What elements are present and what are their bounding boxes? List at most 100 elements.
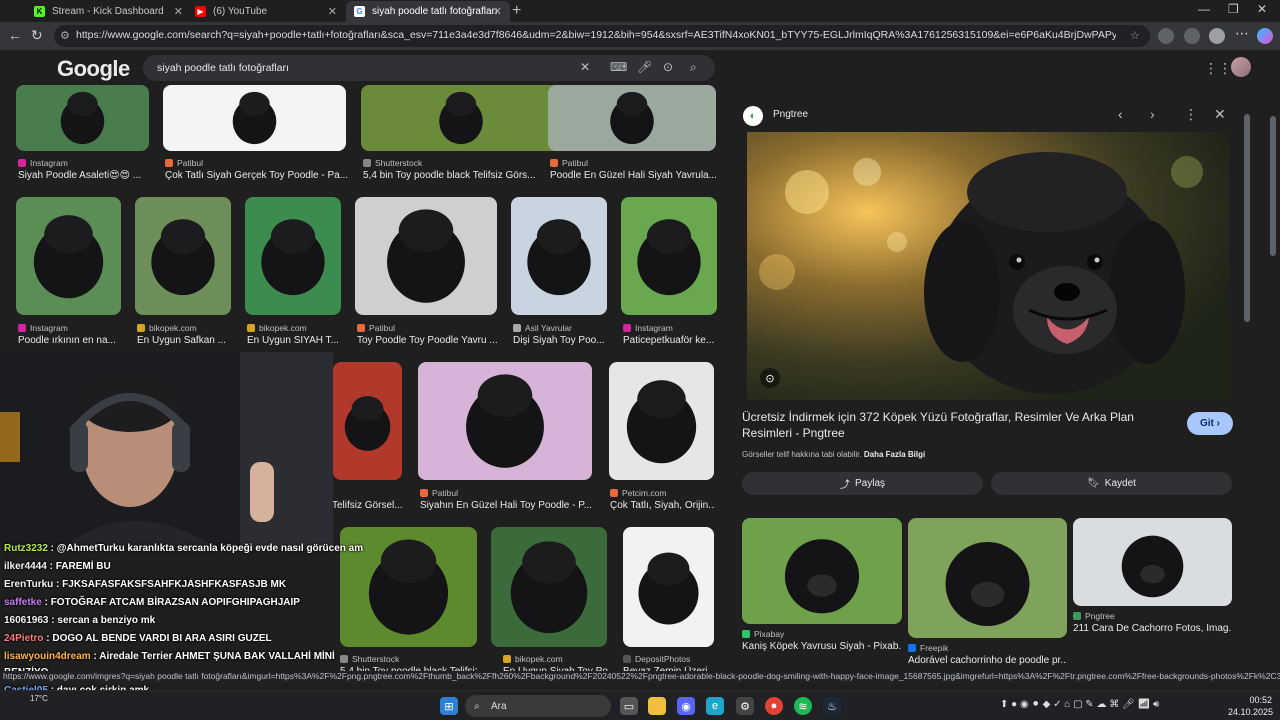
- taskbar-search[interactable]: ⌕ Ara: [465, 695, 611, 717]
- result-thumbnail[interactable]: [135, 197, 231, 315]
- result-thumbnail[interactable]: [16, 197, 121, 315]
- result-thumbnail[interactable]: [245, 197, 341, 315]
- chat-username[interactable]: saffetke: [4, 597, 42, 608]
- result-thumbnail[interactable]: [16, 85, 149, 151]
- tab-youtube[interactable]: ▶ (6) YouTube ✕: [187, 1, 345, 22]
- result-thumbnail[interactable]: [623, 527, 714, 647]
- mic-icon[interactable]: 🎤︎: [637, 60, 652, 74]
- result-caption[interactable]: Telifsiz Görsel...: [332, 500, 422, 511]
- result-caption[interactable]: Dişi Siyah Toy Poo...: [513, 335, 609, 346]
- reload-icon[interactable]: ↻: [31, 27, 43, 44]
- result-thumbnail[interactable]: [163, 85, 346, 151]
- bookmark-star-icon[interactable]: ☆: [1130, 29, 1140, 42]
- result-caption[interactable]: En Uygun SİYAH T...: [247, 335, 343, 346]
- related-thumbnail[interactable]: [742, 518, 902, 624]
- result-thumbnail[interactable]: [355, 197, 497, 315]
- panel-source[interactable]: Pngtree: [773, 109, 808, 120]
- result-caption[interactable]: 5,4 bin Toy poodle black Telifsiz Görs..…: [363, 170, 563, 181]
- url-text[interactable]: https://www.google.com/search?q=siyah+po…: [76, 29, 1116, 41]
- result-thumbnail[interactable]: [491, 527, 607, 647]
- google-logo[interactable]: Google: [57, 56, 130, 82]
- new-tab-icon[interactable]: +: [512, 2, 521, 20]
- profile-avatar[interactable]: [1209, 28, 1225, 44]
- task-view-icon[interactable]: ▭: [620, 697, 638, 715]
- page-scrollbar[interactable]: [1270, 116, 1276, 256]
- lens-icon[interactable]: ⊙: [663, 60, 673, 74]
- result-source[interactable]: Patibul: [550, 158, 588, 168]
- result-source[interactable]: Instagram: [623, 323, 673, 333]
- related-source[interactable]: Freepik: [908, 643, 948, 653]
- spotify-icon[interactable]: ≋: [794, 697, 812, 715]
- result-source[interactable]: Asil Yavrular: [513, 323, 572, 333]
- result-thumbnail[interactable]: [609, 362, 714, 480]
- result-thumbnail[interactable]: [361, 85, 561, 151]
- minimize-icon[interactable]: —: [1198, 2, 1210, 16]
- related-caption[interactable]: Kaniş Köpek Yavrusu Siyah - Pixab...: [742, 641, 902, 652]
- result-source[interactable]: DepositPhotos: [623, 654, 690, 664]
- result-thumbnail[interactable]: [511, 197, 607, 315]
- related-source[interactable]: Pixabay: [742, 629, 784, 639]
- related-thumbnail[interactable]: [1073, 518, 1232, 606]
- search-query[interactable]: siyah poodle tatlı fotoğrafları: [157, 62, 289, 74]
- extensions-icon[interactable]: [1158, 28, 1174, 44]
- result-caption[interactable]: Çok Tatlı Siyah Gerçek Toy Poodle - Pa..…: [165, 170, 348, 181]
- result-source[interactable]: Shutterstock: [363, 158, 422, 168]
- keyboard-icon[interactable]: ⌨: [610, 60, 627, 74]
- discord-icon[interactable]: ◉: [677, 697, 695, 715]
- result-thumbnail[interactable]: [621, 197, 717, 315]
- chat-username[interactable]: ErenTurku: [4, 579, 53, 590]
- panel-title[interactable]: Ücretsiz İndirmek için 372 Köpek Yüzü Fo…: [742, 409, 1162, 441]
- result-caption[interactable]: Paticepetkuaför ke...: [623, 335, 719, 346]
- restore-icon[interactable]: ❐: [1228, 2, 1239, 16]
- chat-username[interactable]: lisawyouin4dream: [4, 651, 91, 662]
- result-caption[interactable]: Siyahın En Güzel Hali Toy Poodle - P...: [420, 500, 594, 511]
- panel-scrollbar[interactable]: [1244, 114, 1250, 322]
- site-info-icon[interactable]: ⚙: [60, 29, 70, 42]
- url-box[interactable]: ⚙ https://www.google.com/search?q=siyah+…: [54, 25, 1150, 47]
- chat-username[interactable]: ilker4444: [4, 561, 47, 572]
- result-thumbnail[interactable]: [548, 85, 716, 151]
- result-caption[interactable]: En Uygun Safkan ...: [137, 335, 233, 346]
- more-options-icon[interactable]: ⋮: [1184, 106, 1198, 123]
- result-source[interactable]: Patibul: [420, 488, 458, 498]
- favorites-icon[interactable]: [1184, 28, 1200, 44]
- chat-username[interactable]: Rutz3232: [4, 543, 48, 554]
- tray-icons[interactable]: ⬆ ● ◉ ⚫ ◆ ✓ ⌂ ▢ ✎ ☁ ⌘ 🎤︎ 📶︎ 🔊︎: [1000, 699, 1159, 710]
- visit-button[interactable]: Git ›: [1187, 412, 1233, 435]
- start-icon[interactable]: ⊞: [440, 697, 458, 715]
- back-icon[interactable]: ←: [8, 27, 22, 43]
- menu-dots-icon[interactable]: ⋯: [1235, 25, 1249, 42]
- chat-username[interactable]: 24Pietro: [4, 633, 43, 644]
- tab-kick[interactable]: K Stream - Kick Dashboard ✕: [26, 1, 191, 22]
- result-source[interactable]: bikopek.com: [503, 654, 563, 664]
- result-caption[interactable]: Poodle En Güzel Hali Siyah Yavrula...: [550, 170, 718, 181]
- account-avatar[interactable]: [1231, 57, 1251, 77]
- tab-google[interactable]: G siyah poodle tatlı fotoğrafları - Go ✕: [346, 1, 510, 22]
- result-thumbnail[interactable]: [333, 362, 402, 480]
- result-source[interactable]: Instagram: [18, 158, 68, 168]
- result-caption[interactable]: Siyah Poodle Asaleti😍😍 ...: [18, 170, 151, 181]
- steam-helper-icon[interactable]: ⚙: [736, 697, 754, 715]
- clear-icon[interactable]: ✕: [580, 60, 590, 74]
- next-arrow-icon[interactable]: ›: [1150, 106, 1155, 122]
- result-source[interactable]: Instagram: [18, 323, 68, 333]
- chrome-icon[interactable]: ●: [765, 697, 783, 715]
- chat-username[interactable]: 16061963: [4, 615, 49, 626]
- result-source[interactable]: Patibul: [165, 158, 203, 168]
- save-button[interactable]: 🔖︎ Kaydet: [991, 472, 1232, 495]
- result-thumbnail[interactable]: [418, 362, 592, 480]
- window-close-icon[interactable]: ✕: [1257, 2, 1267, 16]
- result-source[interactable]: bikopek.com: [137, 323, 197, 333]
- edge-icon[interactable]: e: [706, 697, 724, 715]
- visual-search-icon[interactable]: ⊙: [760, 368, 780, 388]
- result-source[interactable]: Patibul: [357, 323, 395, 333]
- taskbar-clock[interactable]: 00:52 24.10.2025: [1228, 694, 1273, 718]
- more-info-link[interactable]: Daha Fazla Bilgi: [864, 450, 925, 459]
- related-caption[interactable]: 211 Cara De Cachorro Fotos, Imag...: [1073, 623, 1232, 634]
- result-source[interactable]: bikopek.com: [247, 323, 307, 333]
- file-explorer-icon[interactable]: [648, 697, 666, 715]
- related-source[interactable]: Pngtree: [1073, 611, 1115, 621]
- close-icon[interactable]: ✕: [174, 5, 183, 18]
- result-caption[interactable]: Poodle ırkının en na...: [18, 335, 123, 346]
- prev-arrow-icon[interactable]: ‹: [1118, 106, 1123, 122]
